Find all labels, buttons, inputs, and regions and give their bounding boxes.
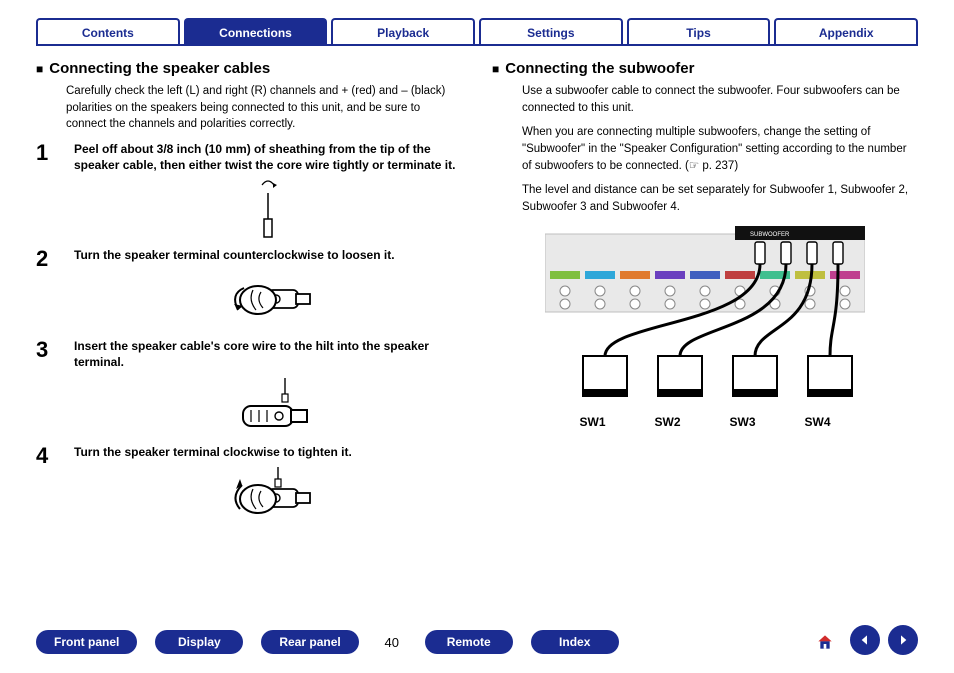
nav-rear-panel[interactable]: Rear panel (261, 630, 358, 654)
sw-label-4: SW4 (804, 415, 830, 429)
step-4: 4 Turn the speaker terminal clockwise to… (36, 444, 462, 530)
tab-label: Tips (686, 26, 710, 40)
pill-label: Front panel (54, 635, 119, 649)
figure-loosen-terminal (74, 268, 462, 332)
tab-label: Settings (527, 26, 574, 40)
svg-text:SUBWOOFER: SUBWOOFER (750, 232, 790, 238)
sw-label-3: SW3 (729, 415, 755, 429)
heading-text: Connecting the subwoofer (505, 60, 694, 77)
step-number: 4 (36, 444, 60, 530)
step-number: 2 (36, 247, 60, 333)
bottom-nav: Front panel Display Rear panel 40 Remote… (36, 619, 918, 659)
heading-subwoofer: Connecting the subwoofer (492, 60, 918, 77)
tab-connections[interactable]: Connections (184, 18, 328, 44)
left-column: Connecting the speaker cables Carefully … (36, 60, 462, 619)
sw-label-2: SW2 (654, 415, 680, 429)
heading-text: Connecting the speaker cables (49, 60, 270, 77)
tab-appendix[interactable]: Appendix (774, 18, 918, 44)
subwoofer-diagram: SUBWOOFER (492, 226, 918, 429)
pill-label: Display (178, 635, 221, 649)
heading-speaker-cables: Connecting the speaker cables (36, 60, 462, 77)
step-2: 2 Turn the speaker terminal counterclock… (36, 247, 462, 333)
tab-tips[interactable]: Tips (627, 18, 771, 44)
step-number: 3 (36, 338, 60, 440)
step-3: 3 Insert the speaker cable's core wire t… (36, 338, 462, 440)
tab-settings[interactable]: Settings (479, 18, 623, 44)
intro-paragraph: Carefully check the left (L) and right (… (66, 83, 462, 133)
step-label: Insert the speaker cable's core wire to … (74, 338, 462, 370)
nav-remote[interactable]: Remote (425, 630, 513, 654)
subwoofer-paragraph-3: The level and distance can be set separa… (522, 182, 918, 215)
figure-tighten-terminal (74, 464, 462, 528)
subwoofer-paragraph-2: When you are connecting multiple subwoof… (522, 124, 918, 174)
tab-label: Appendix (819, 26, 874, 40)
top-tab-bar: Contents Connections Playback Settings T… (36, 18, 918, 46)
nav-display[interactable]: Display (155, 630, 243, 654)
step-number: 1 (36, 141, 60, 243)
tab-label: Connections (219, 26, 292, 40)
figure-insert-wire (74, 374, 462, 438)
page-number: 40 (377, 635, 407, 650)
tab-contents[interactable]: Contents (36, 18, 180, 44)
pill-label: Rear panel (279, 635, 340, 649)
nav-front-panel[interactable]: Front panel (36, 630, 137, 654)
subwoofer-paragraph-1: Use a subwoofer cable to connect the sub… (522, 83, 918, 116)
nav-index[interactable]: Index (531, 630, 619, 654)
prev-page-icon[interactable] (850, 625, 880, 655)
step-label: Peel off about 3/8 inch (10 mm) of sheat… (74, 141, 462, 173)
tab-label: Playback (377, 26, 429, 40)
step-label: Turn the speaker terminal counterclockwi… (74, 247, 462, 263)
sw-label-1: SW1 (579, 415, 605, 429)
next-page-icon[interactable] (888, 625, 918, 655)
pill-label: Index (559, 635, 590, 649)
pill-label: Remote (447, 635, 491, 649)
tab-label: Contents (82, 26, 134, 40)
figure-strip-cable (74, 177, 462, 241)
step-label: Turn the speaker terminal clockwise to t… (74, 444, 462, 460)
tab-playback[interactable]: Playback (331, 18, 475, 44)
home-icon[interactable] (808, 625, 842, 659)
step-1: 1 Peel off about 3/8 inch (10 mm) of she… (36, 141, 462, 243)
right-column: Connecting the subwoofer Use a subwoofer… (492, 60, 918, 619)
